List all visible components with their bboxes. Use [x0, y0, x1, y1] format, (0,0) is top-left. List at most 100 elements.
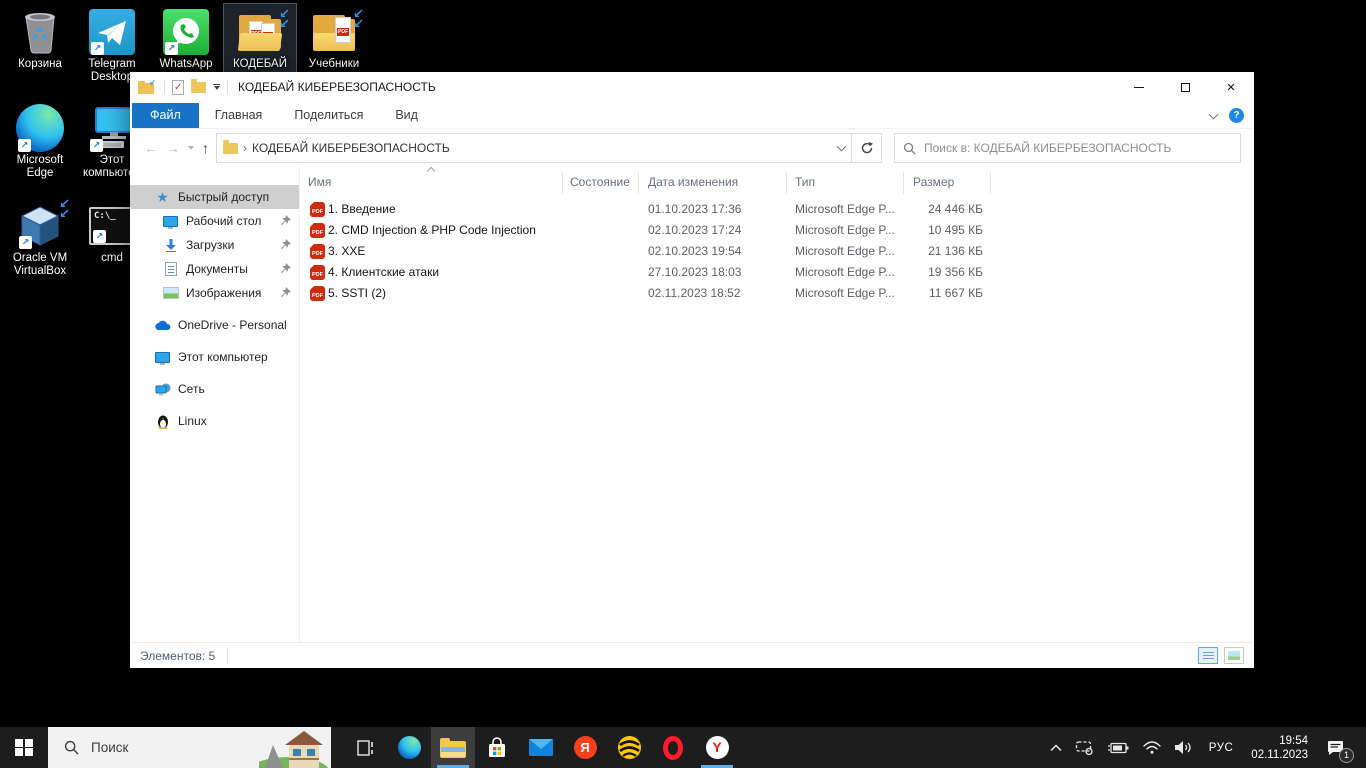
column-header-type[interactable]: Тип — [795, 175, 815, 189]
sidebar-item-downloads[interactable]: Загрузки — [130, 233, 299, 257]
desktop-icon-kodebay[interactable]: PDF PDF ↙↙ КОДЕБАЙ — [224, 4, 296, 73]
language-indicator[interactable]: РУС — [1199, 727, 1244, 768]
start-button[interactable] — [0, 727, 48, 768]
file-type: Microsoft Edge P... — [795, 265, 895, 279]
action-center-button[interactable]: 1 — [1316, 727, 1360, 768]
search-icon — [903, 142, 916, 155]
search-box[interactable]: Поиск в: КОДЕБАЙ КИБЕРБЕЗОПАСНОСТЬ — [894, 133, 1241, 163]
sidebar-item-network[interactable]: Сеть — [130, 377, 299, 401]
refresh-button[interactable] — [852, 133, 882, 163]
column-header-size[interactable]: Размер — [913, 175, 954, 189]
breadcrumb[interactable]: КОДЕБАЙ КИБЕРБЕЗОПАСНОСТЬ — [252, 141, 450, 155]
sidebar-item-documents[interactable]: Документы — [130, 257, 299, 281]
file-size: 11 667 КБ — [903, 286, 983, 300]
search-icon — [64, 740, 79, 755]
tab-file[interactable]: Файл — [132, 103, 199, 128]
back-button[interactable]: ← — [144, 140, 158, 156]
pin-icon[interactable] — [280, 287, 291, 298]
file-row[interactable]: PDF 4. Клиентские атаки 27.10.2023 18:03… — [300, 262, 1254, 283]
shortcut-arrow-icon: ↗ — [90, 139, 103, 152]
taskbar-opera[interactable] — [651, 727, 695, 768]
column-header-date[interactable]: Дата изменения — [648, 175, 738, 189]
downloads-icon — [164, 238, 178, 252]
pin-icon[interactable] — [280, 215, 291, 226]
sidebar-item-quick-access[interactable]: ★ Быстрый доступ — [130, 185, 299, 209]
taskbar-yandex-browser[interactable]: Y — [695, 727, 739, 768]
desktop-icon-uchebniki[interactable]: PDF ↙↙ Учебники — [298, 4, 370, 73]
file-name: 4. Клиентские атаки — [328, 265, 439, 279]
system-tray: РУС 19:54 02.11.2023 1 — [1043, 727, 1366, 768]
edge-icon: ↗ — [4, 102, 76, 154]
search-placeholder: Поиск в: КОДЕБАЙ КИБЕРБЕЗОПАСНОСТЬ — [924, 141, 1171, 155]
taskbar-microsoft-store[interactable] — [475, 727, 519, 768]
desktop-icon-whatsapp[interactable]: ↗ WhatsApp — [150, 4, 222, 73]
file-row[interactable]: PDF 1. Введение 01.10.2023 17:36 Microso… — [300, 199, 1254, 220]
tray-expand-button[interactable] — [1043, 727, 1069, 768]
sidebar-item-this-pc[interactable]: Этот компьютер — [130, 345, 299, 369]
desktop-icon-virtualbox[interactable]: ↗ ↙↙ Oracle VM VirtualBox — [4, 198, 76, 280]
sync-arrows-icon: ↙↙ — [59, 199, 67, 219]
desktop-icon-recycle-bin[interactable]: Корзина — [4, 4, 76, 73]
details-view-button[interactable] — [1198, 647, 1218, 664]
file-row[interactable]: PDF 5. SSTI (2) 02.11.2023 18:52 Microso… — [300, 283, 1254, 304]
pin-icon[interactable] — [280, 239, 291, 250]
tray-app-button[interactable] — [1069, 727, 1100, 768]
customize-toolbar-button[interactable] — [213, 84, 220, 90]
column-header-name[interactable]: Имя — [308, 175, 331, 189]
help-button[interactable]: ? — [1229, 108, 1244, 123]
file-type: Microsoft Edge P... — [795, 244, 895, 258]
wifi-indicator[interactable] — [1136, 727, 1168, 768]
taskbar-yandex[interactable]: Я — [563, 727, 607, 768]
taskbar-edge[interactable] — [387, 727, 431, 768]
telegram-icon: ↗ — [76, 6, 148, 58]
sidebar-item-onedrive[interactable]: OneDrive - Personal — [130, 313, 299, 337]
sidebar-item-pictures[interactable]: Изображения — [130, 281, 299, 305]
window-title: КОДЕБАЙ КИБЕРБЕЗОПАСНОСТЬ — [238, 80, 436, 94]
shortcut-arrow-icon: ↗ — [19, 236, 32, 249]
up-button[interactable]: ↑ — [202, 140, 209, 156]
taskbar-search[interactable]: Поиск — [48, 727, 331, 768]
folder-pdf-icon: PDF ↙↙ — [298, 6, 370, 58]
file-explorer-icon — [440, 738, 466, 758]
title-bar: ↙ КОДЕБАЙ КИБЕРБЕЗОПАСНОСТЬ ✕ — [130, 72, 1254, 102]
address-dropdown-button[interactable] — [837, 142, 847, 152]
virtualbox-icon: ↗ ↙↙ — [4, 200, 76, 252]
sidebar-item-label: Рабочий стол — [186, 214, 261, 228]
thumbnails-view-button[interactable] — [1224, 647, 1244, 664]
forward-button[interactable]: → — [166, 140, 180, 156]
minimize-button[interactable] — [1116, 72, 1162, 102]
clock[interactable]: 19:54 02.11.2023 — [1243, 727, 1316, 768]
taskbar-mail[interactable] — [519, 727, 563, 768]
recycle-bin-icon — [4, 6, 76, 58]
close-button[interactable]: ✕ — [1208, 72, 1254, 102]
tab-view[interactable]: Вид — [379, 103, 434, 128]
volume-indicator[interactable] — [1168, 727, 1199, 768]
desktop-icon-edge[interactable]: ↗ Microsoft Edge — [4, 100, 76, 182]
sidebar-item-label: Этот компьютер — [178, 350, 268, 364]
address-bar[interactable]: › КОДЕБАЙ КИБЕРБЕЗОПАСНОСТЬ — [216, 133, 852, 163]
address-folder-icon — [223, 143, 238, 154]
taskbar-file-explorer[interactable] — [431, 727, 475, 768]
pin-icon[interactable] — [280, 263, 291, 274]
battery-indicator[interactable] — [1100, 727, 1136, 768]
mail-icon — [529, 739, 553, 756]
expand-ribbon-button[interactable] — [1209, 109, 1219, 119]
whatsapp-icon: ↗ — [150, 6, 222, 58]
taskbar-beeline[interactable] — [607, 727, 651, 768]
task-view-button[interactable] — [343, 727, 387, 768]
navigation-pane: ★ Быстрый доступ Рабочий стол Загрузки Д… — [130, 167, 300, 642]
tab-share[interactable]: Поделиться — [278, 103, 379, 128]
properties-button[interactable] — [172, 80, 184, 95]
desktop-icon-label: Oracle VM VirtualBox — [4, 252, 76, 278]
file-row[interactable]: PDF 3. XXE 02.10.2023 19:54 Microsoft Ed… — [300, 241, 1254, 262]
sidebar-item-desktop[interactable]: Рабочий стол — [130, 209, 299, 233]
column-header-status[interactable]: Состояние — [570, 175, 630, 189]
ribbon-tabs: Файл Главная Поделиться Вид ? — [130, 102, 1254, 129]
file-row[interactable]: PDF 2. CMD Injection & PHP Code Injectio… — [300, 220, 1254, 241]
new-folder-button[interactable] — [191, 82, 206, 93]
maximize-button[interactable] — [1162, 72, 1208, 102]
recent-locations-button[interactable] — [188, 146, 194, 150]
sidebar-item-linux[interactable]: Linux — [130, 409, 299, 433]
sidebar-item-label: Изображения — [186, 286, 261, 300]
tab-home[interactable]: Главная — [199, 103, 279, 128]
